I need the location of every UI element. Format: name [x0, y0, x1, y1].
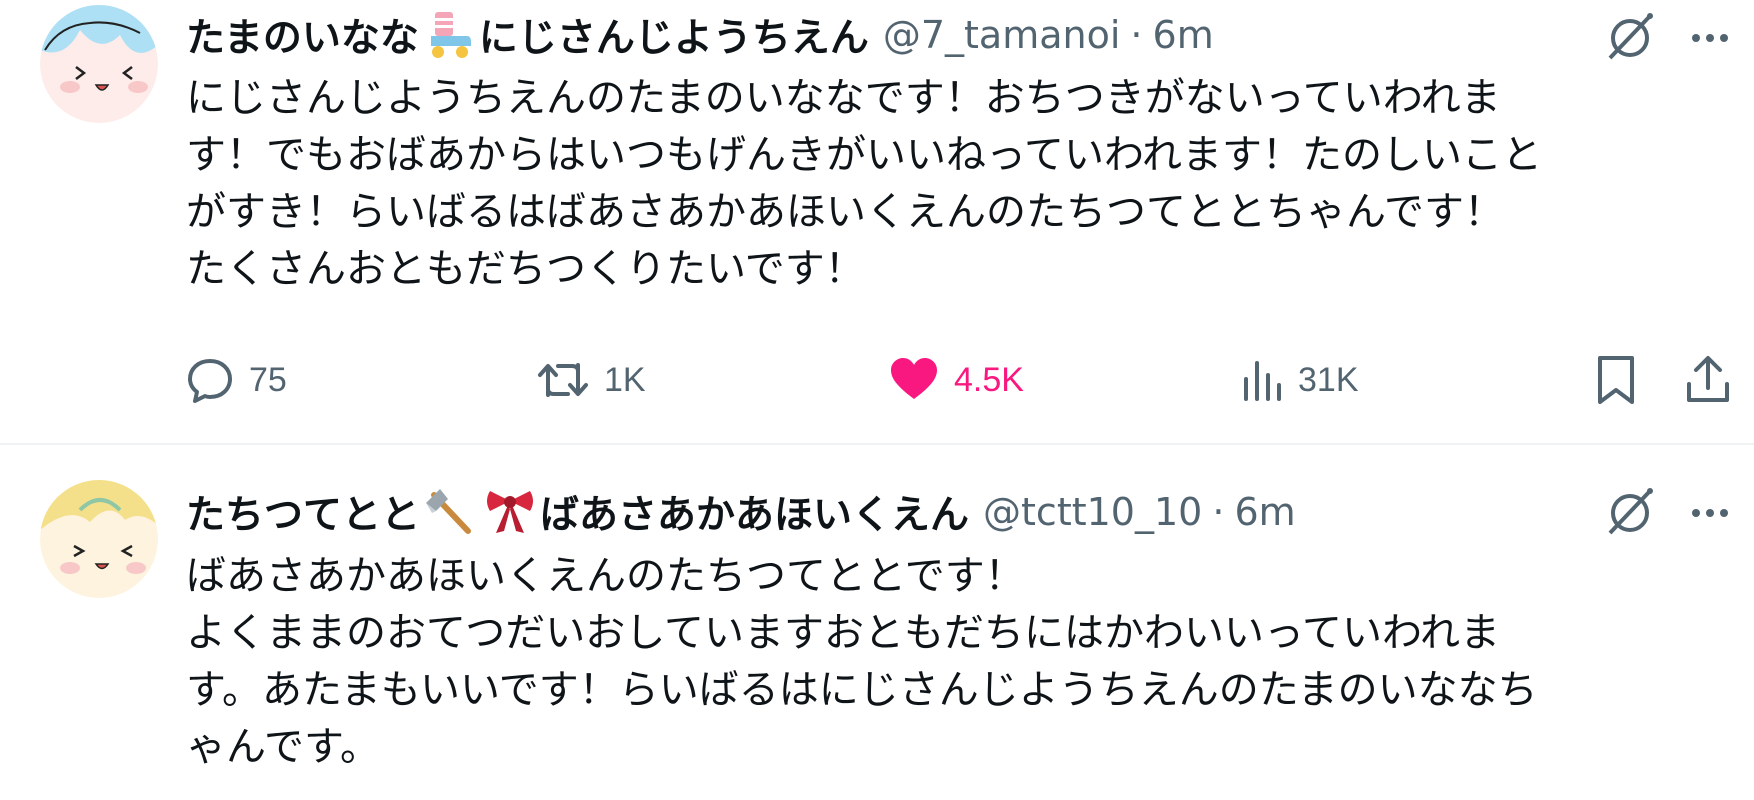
like-button[interactable]: 4.5K — [888, 345, 1024, 415]
tweet-text: にじさんじようちえんのたまのいななです！おちつきがないっていわれま す！でもおば… — [186, 70, 1706, 298]
tweet-text-line: ばあさあかあほいくえんのたちつてととです！ — [186, 553, 1025, 599]
tweet[interactable]: たちつてとと ばあさあかあほいくえん @tctt10_10 · 6m ばあさあか… — [0, 445, 1754, 800]
separator-dot: · — [1212, 490, 1225, 534]
display-name-suffix[interactable]: ばあさあかあほいくえん — [540, 484, 969, 540]
tweet-text-line: たくさんおともだちつくりたいです！ — [186, 246, 865, 292]
view-count: 31K — [1298, 360, 1359, 399]
like-count: 4.5K — [954, 360, 1024, 399]
grok-icon[interactable] — [1602, 483, 1658, 539]
timestamp[interactable]: 6m — [1153, 13, 1214, 57]
more-icon[interactable] — [1682, 8, 1738, 64]
tweet[interactable]: たまのいなな にじさんじようちえん @7_tamanoi · 6m にじさんじよ… — [0, 0, 1754, 443]
grok-icon[interactable] — [1602, 8, 1658, 64]
repost-icon — [538, 363, 588, 397]
tweet-text-line: よくままのおてつだいおしていますおともだちにはかわいいっていわれま — [186, 610, 1500, 656]
separator-dot: · — [1130, 13, 1143, 57]
timestamp[interactable]: 6m — [1234, 490, 1295, 534]
share-icon — [1687, 356, 1729, 402]
user-handle[interactable]: @7_tamanoi — [883, 13, 1121, 57]
bookmark-icon — [1598, 356, 1634, 404]
avatar[interactable] — [40, 5, 158, 123]
display-name-suffix[interactable]: にじさんじようちえん — [479, 7, 869, 63]
avatar[interactable] — [40, 480, 158, 598]
repost-count: 1K — [604, 360, 646, 399]
axe-icon — [422, 487, 478, 537]
more-icon[interactable] — [1682, 483, 1738, 539]
heart-icon — [891, 358, 937, 399]
reply-count: 75 — [249, 360, 287, 399]
tweet-text-line: す。あたまもいいです！らいばるはにじさんじようちえんのたまのいななち — [186, 667, 1538, 713]
ribbon-icon — [482, 487, 538, 537]
tweet-actions: 75 1K 4.5K 31K — [0, 345, 1754, 415]
views-icon — [1244, 361, 1281, 401]
share-button[interactable] — [1684, 345, 1732, 415]
tweet-header: たちつてとと ばあさあかあほいくえん @tctt10_10 · 6m — [186, 484, 1296, 540]
display-name[interactable]: たちつてとと — [186, 484, 420, 540]
tweet-header: たまのいなな にじさんじようちえん @7_tamanoi · 6m — [186, 7, 1214, 63]
reply-button[interactable]: 75 — [185, 345, 287, 415]
tweet-text-line: がすき！らいばるはばあさあかあほいくえんのたちつてととちゃんです！ — [186, 189, 1504, 235]
repost-button[interactable]: 1K — [536, 345, 646, 415]
views-button[interactable]: 31K — [1240, 345, 1359, 415]
reply-icon — [188, 359, 232, 403]
tweet-text-line: す！でもおばあからはいつもげんきがいいねっていわれます！たのしいこと — [186, 132, 1542, 178]
tweet-text: ばあさあかあほいくえんのたちつてととです！ よくままのおてつだいおしていますおと… — [186, 548, 1706, 776]
user-handle[interactable]: @tctt10_10 — [983, 490, 1202, 534]
roller-skate-icon — [421, 10, 477, 60]
display-name[interactable]: たまのいなな — [186, 7, 419, 63]
tweet-text-line: ゃんです。 — [186, 724, 380, 770]
bookmark-button[interactable] — [1594, 345, 1638, 415]
tweet-text-line: にじさんじようちえんのたまのいななです！おちつきがないっていわれま — [186, 75, 1501, 121]
